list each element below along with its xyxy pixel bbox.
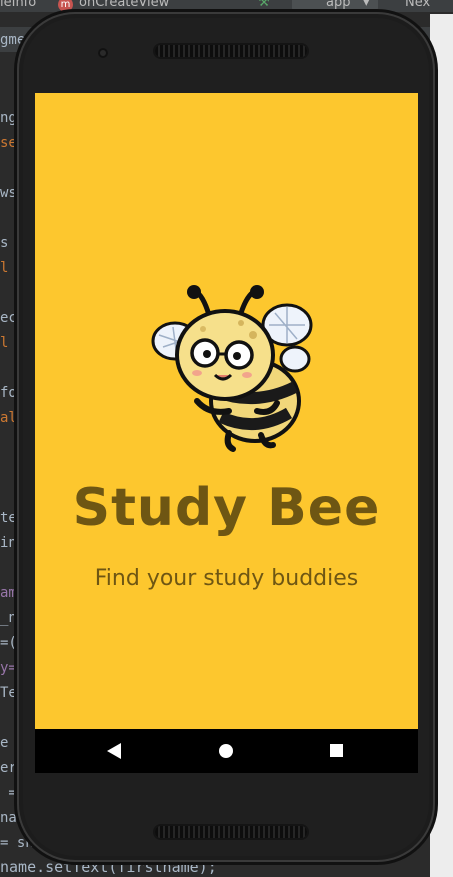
app-title: Study Bee (72, 478, 381, 538)
top-speaker (155, 45, 307, 57)
method-icon: m (58, 0, 73, 12)
next-tab-label[interactable]: Nex (405, 0, 430, 9)
home-icon[interactable] (219, 744, 233, 758)
front-camera (98, 48, 108, 58)
code-line: = (0, 785, 17, 801)
code-line: al (0, 410, 17, 426)
hammer-icon[interactable]: ⚒ (258, 0, 270, 9)
code-line: se (0, 135, 17, 151)
chevron-down-icon[interactable]: ▾ (363, 0, 370, 9)
app-tagline: Find your study buddies (94, 566, 359, 591)
code-line: y= (0, 660, 17, 676)
phone-screen: Study Bee Find your study buddies (35, 93, 418, 773)
bee-mascot-icon (151, 285, 313, 452)
file-tab-label[interactable]: leInfo (0, 0, 36, 9)
run-config-label: app (326, 0, 351, 10)
back-icon[interactable] (107, 743, 121, 759)
method-breadcrumb[interactable]: onCreateView (79, 0, 169, 9)
recents-icon[interactable] (330, 744, 343, 757)
bottom-speaker (155, 826, 307, 838)
code-line: fo (0, 385, 17, 401)
splash-screen: Study Bee Find your study buddies (35, 93, 418, 729)
code-line: ng (0, 110, 17, 126)
android-nav-bar (35, 729, 418, 773)
